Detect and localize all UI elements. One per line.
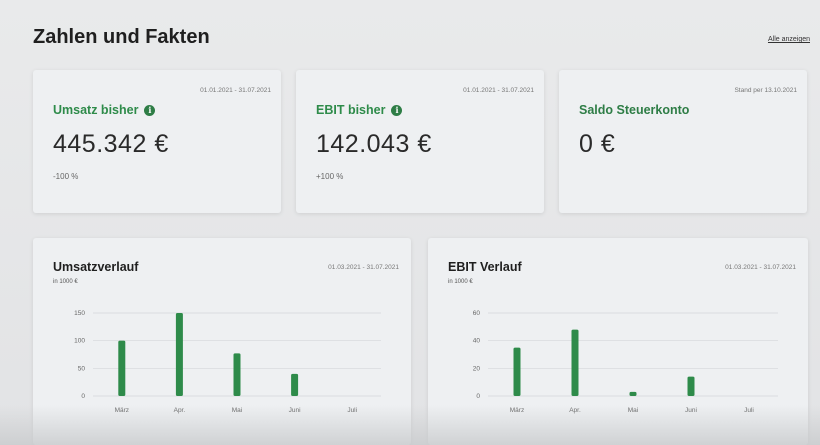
kpi-label-text: EBIT bisher xyxy=(316,103,386,117)
kpi-label: EBIT bisher i xyxy=(316,103,403,117)
y-tick-label: 0 xyxy=(81,393,85,400)
kpi-value: 445.342 € xyxy=(53,130,169,158)
bar-Apr.[interactable] xyxy=(175,313,183,396)
x-tick-label: Mai xyxy=(628,407,638,414)
y-tick-label: 100 xyxy=(74,338,85,345)
kpi-date-range: 01.01.2021 - 31.07.2021 xyxy=(463,87,534,94)
bar-Juni[interactable] xyxy=(687,376,695,396)
kpi-change: -100 % xyxy=(53,172,79,181)
info-icon[interactable]: i xyxy=(144,104,156,116)
x-tick-label: Juni xyxy=(685,407,697,414)
y-tick-label: 40 xyxy=(473,338,481,345)
x-tick-label: Mai xyxy=(232,407,242,414)
bar-Juni[interactable] xyxy=(291,373,299,396)
dashboard-page: Zahlen und Fakten Alle anzeigen 01.01.20… xyxy=(0,0,820,445)
bar-März[interactable] xyxy=(118,340,126,396)
x-tick-label: Juli xyxy=(347,407,357,414)
kpi-card-revenue: 01.01.2021 - 31.07.2021 Umsatz bisher i … xyxy=(33,70,281,213)
kpi-change: +100 % xyxy=(316,172,344,181)
y-tick-label: 150 xyxy=(74,310,85,317)
page-title: Zahlen und Fakten xyxy=(33,26,210,48)
kpi-value: 142.043 € xyxy=(316,130,432,158)
x-tick-label: Apr. xyxy=(174,407,186,414)
kpi-label-text: Saldo Steuerkonto xyxy=(579,103,690,117)
x-tick-label: Juni xyxy=(289,407,301,414)
kpi-value: 0 € xyxy=(579,130,616,158)
x-tick-label: Juli xyxy=(744,407,754,414)
bar-Apr.[interactable] xyxy=(571,329,579,396)
x-tick-label: März xyxy=(115,407,129,414)
show-all-link[interactable]: Alle anzeigen xyxy=(768,36,810,43)
kpi-label-text: Umsatz bisher xyxy=(53,103,139,117)
bar-Mai[interactable] xyxy=(629,391,637,396)
kpi-date-range: Stand per 13.10.2021 xyxy=(734,87,797,94)
kpi-label: Umsatz bisher i xyxy=(53,103,156,117)
kpi-date-range: 01.01.2021 - 31.07.2021 xyxy=(200,87,271,94)
info-icon[interactable]: i xyxy=(391,104,403,116)
x-tick-label: Apr. xyxy=(569,407,581,414)
kpi-card-ebit: 01.01.2021 - 31.07.2021 EBIT bisher i 14… xyxy=(296,70,544,213)
kpi-card-tax-account: Stand per 13.10.2021 Saldo Steuerkonto 0… xyxy=(559,70,807,213)
chart-card-ebit: EBIT Verlauf in 1000 € 01.03.2021 - 31.0… xyxy=(428,238,808,445)
bar-Mai[interactable] xyxy=(233,353,241,396)
revenue-bar-chart: 0 50 100 150 März Apr. Mai Juni Juli xyxy=(74,310,381,414)
y-tick-label: 0 xyxy=(476,393,480,400)
y-tick-label: 50 xyxy=(78,365,86,372)
ebit-bar-chart: 0 20 40 60 März Apr. Mai Juni Juli xyxy=(473,310,778,414)
y-tick-label: 20 xyxy=(473,365,481,372)
x-tick-label: März xyxy=(510,407,524,414)
bar-März[interactable] xyxy=(513,347,521,396)
y-tick-label: 60 xyxy=(473,310,481,317)
chart-card-revenue: Umsatzverlauf in 1000 € 01.03.2021 - 31.… xyxy=(33,238,411,445)
kpi-label: Saldo Steuerkonto xyxy=(579,103,689,117)
